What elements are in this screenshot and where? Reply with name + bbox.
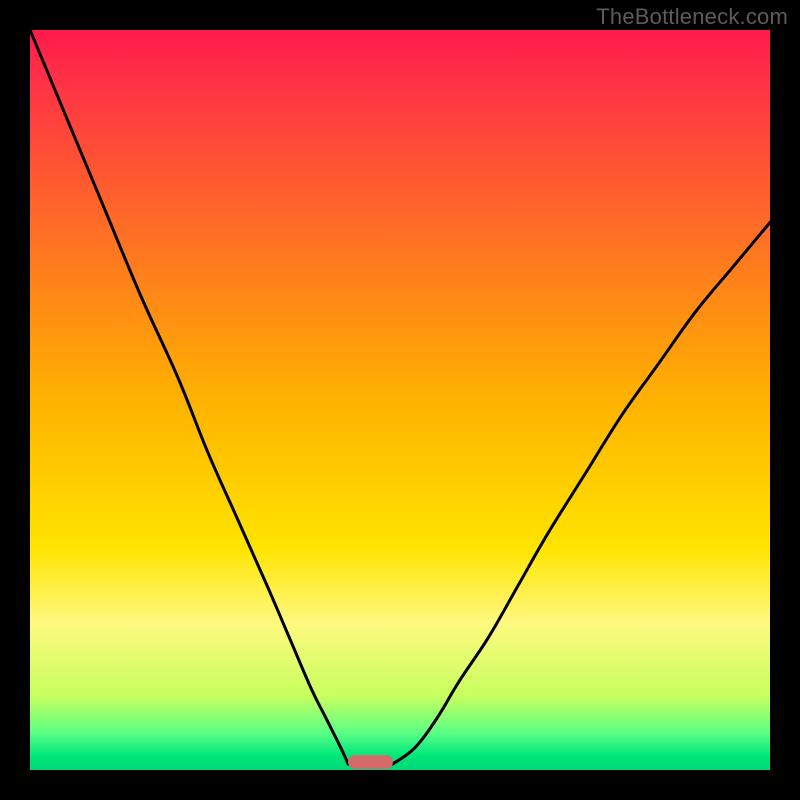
- chart-frame: TheBottleneck.com: [0, 0, 800, 800]
- bottleneck-range-marker: [348, 755, 392, 769]
- plot-background: [30, 30, 770, 770]
- watermark-label: TheBottleneck.com: [596, 4, 788, 30]
- chart-svg: [30, 30, 770, 770]
- plot-area: [30, 30, 770, 770]
